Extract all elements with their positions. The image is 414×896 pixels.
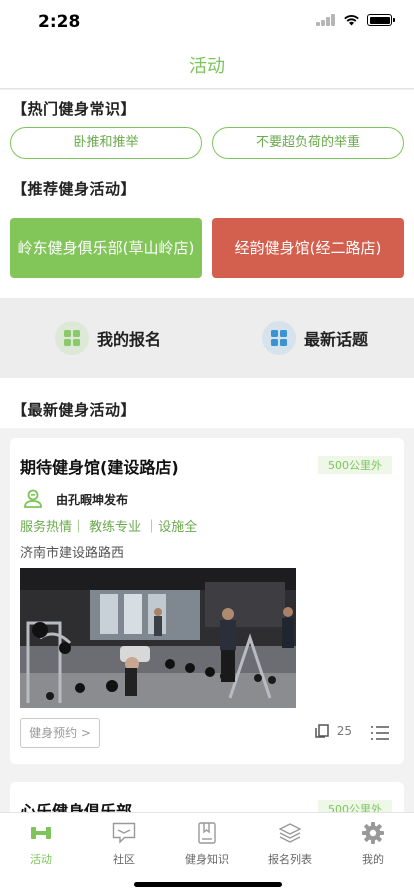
count-group: 25	[314, 724, 352, 738]
chat-icon	[83, 821, 165, 845]
home-indicator	[134, 882, 282, 887]
activity-tags: 服务热情｜ 教练专业 ｜设施全	[20, 520, 198, 535]
latest-activities-title: 【最新健身活动】	[12, 401, 137, 419]
copy-icon	[314, 724, 329, 738]
gym-photo	[20, 568, 296, 708]
user-avatar-icon	[24, 489, 42, 508]
booking-button[interactable]: 健身预约 >	[20, 718, 100, 748]
tab-label: 社区	[113, 853, 135, 866]
pill-no-overload[interactable]: 不要超负荷的举重	[212, 127, 404, 159]
latest-topics-icon	[262, 321, 296, 355]
more-menu-icon[interactable]	[370, 725, 390, 741]
signal-icon	[316, 14, 336, 26]
book-icon	[166, 821, 248, 845]
latest-topics-button[interactable]: 最新话题	[262, 320, 368, 356]
status-time: 2:28	[38, 12, 81, 32]
gear-icon	[332, 821, 414, 845]
my-signup-button[interactable]: 我的报名	[55, 320, 161, 356]
tab-fitness-knowledge[interactable]: 健身知识	[166, 821, 248, 867]
tab-signup-list[interactable]: 报名列表	[249, 821, 331, 867]
upper-section: 【热门健身常识】 卧推和推举 不要超负荷的举重 【推荐健身活动】 岭东健身俱乐部…	[0, 90, 414, 298]
battery-icon	[367, 14, 395, 26]
layers-icon	[249, 821, 331, 845]
distance-badge: 500公里外	[318, 456, 392, 474]
count-value: 25	[336, 724, 352, 738]
tab-me[interactable]: 我的	[332, 821, 414, 867]
status-icons	[316, 14, 395, 26]
pill-bench-press[interactable]: 卧推和推举	[10, 127, 202, 159]
tab-label: 报名列表	[268, 853, 312, 866]
activity-address: 济南市建设路路西	[20, 546, 125, 561]
tab-label: 活动	[30, 853, 52, 866]
activity-card[interactable]: 期待健身馆(建设路店) 500公里外 由孔暇坤发布 服务热情｜ 教练专业 ｜设施…	[10, 438, 404, 764]
my-signup-icon	[55, 321, 89, 355]
wifi-icon	[344, 15, 359, 26]
recommend-title: 【推荐健身活动】	[12, 180, 137, 198]
my-signup-label: 我的报名	[97, 330, 162, 349]
latest-title-strip: 【最新健身活动】	[0, 378, 414, 428]
tab-community[interactable]: 社区	[83, 821, 165, 867]
page-title: 活动	[189, 56, 225, 77]
hot-knowledge-title: 【热门健身常识】	[12, 100, 137, 118]
status-bar: 2:28	[0, 0, 414, 44]
dumbbell-icon	[0, 821, 82, 845]
publisher-row: 由孔暇坤发布	[22, 488, 128, 510]
tab-activity[interactable]: 活动	[0, 821, 82, 867]
recommend-card-lingdong[interactable]: 岭东健身俱乐部(草山岭店)	[10, 218, 202, 278]
quick-actions: 我的报名 最新话题	[0, 298, 414, 378]
tab-label: 健身知识	[185, 853, 229, 866]
recommend-card-jingyun[interactable]: 经韵健身馆(经二路店)	[212, 218, 404, 278]
activity-name: 期待健身馆(建设路店)	[20, 458, 179, 477]
publisher-label: 由孔暇坤发布	[56, 492, 129, 507]
nav-bar: 活动	[0, 44, 414, 89]
tab-label: 我的	[362, 853, 384, 866]
latest-topics-label: 最新话题	[304, 330, 369, 349]
